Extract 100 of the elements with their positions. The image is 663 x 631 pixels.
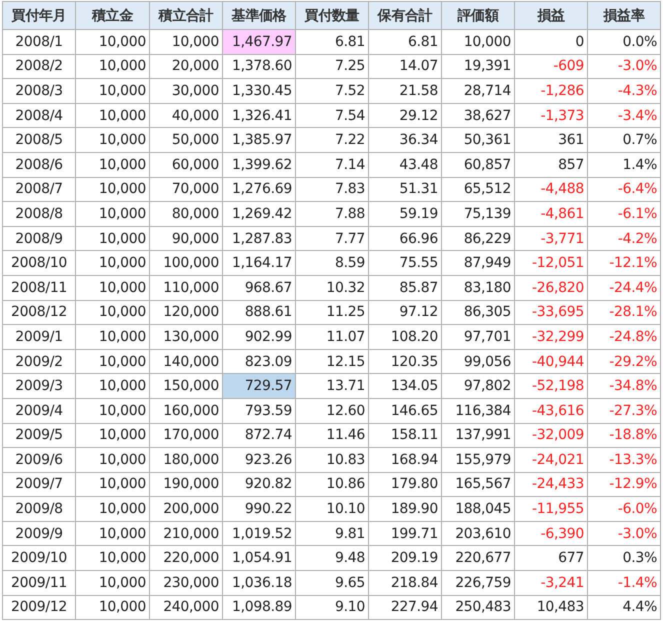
table-cell: 179.80 [368, 472, 442, 497]
table-cell: -12.1% [588, 250, 660, 276]
table-cell: 1,385.97 [222, 128, 296, 152]
table-cell: 10,000 [76, 250, 150, 276]
table-cell: 11.25 [296, 300, 368, 325]
table-cell: -29.2% [588, 349, 660, 374]
table-cell: 10.83 [296, 448, 368, 472]
table-cell: -12.9% [588, 472, 660, 497]
table-cell: 2008/3 [2, 78, 76, 104]
table-cell: -24,021 [514, 448, 588, 472]
table-cell: -3.0% [588, 54, 660, 79]
table-cell: 7.52 [296, 78, 368, 104]
table-cell: 10,000 [76, 448, 150, 472]
table-cell: -32,299 [514, 324, 588, 350]
table-cell: -1,286 [514, 78, 588, 104]
table-cell: 4.4% [588, 595, 660, 620]
table-cell: 158.11 [368, 423, 442, 448]
table-cell: 13.71 [296, 374, 368, 398]
table-cell: -3.0% [588, 521, 660, 546]
table-cell: 170,000 [150, 423, 222, 448]
table-cell: 10,000 [76, 152, 150, 178]
table-cell: -3,241 [514, 570, 588, 596]
table-cell: -12,051 [514, 250, 588, 276]
table-cell: 50,361 [442, 128, 514, 152]
table-cell: 134.05 [368, 374, 442, 398]
table-cell: 12.60 [296, 398, 368, 423]
table-cell: -13.3% [588, 448, 660, 472]
table-cell: 2008/1 [2, 30, 76, 54]
table-cell: 2008/5 [2, 128, 76, 152]
table-cell: 137,991 [442, 423, 514, 448]
table-cell: 2008/8 [2, 202, 76, 226]
table-cell: 240,000 [150, 595, 222, 620]
table-cell: 7.25 [296, 54, 368, 79]
table-cell: 10,000 [76, 128, 150, 152]
table-cell: 6.81 [296, 30, 368, 54]
table-cell: 90,000 [150, 226, 222, 251]
table-cell: 0.3% [588, 546, 660, 571]
table-cell: 2008/6 [2, 152, 76, 178]
table-cell: 188,045 [442, 496, 514, 522]
table-cell: 1,287.83 [222, 226, 296, 251]
table-cell: 361 [514, 128, 588, 152]
table-cell: 2009/11 [2, 570, 76, 596]
table-cell: 1,467.97 [222, 30, 296, 54]
table-cell: 230,000 [150, 570, 222, 596]
table-cell: 40,000 [150, 103, 222, 128]
table-cell: 9.81 [296, 521, 368, 546]
table-cell: 209.19 [368, 546, 442, 571]
table-cell: 180,000 [150, 448, 222, 472]
table-cell: 9.10 [296, 595, 368, 620]
table-cell: 97,802 [442, 374, 514, 398]
table-cell: 9.65 [296, 570, 368, 596]
column-header: 損益 [514, 2, 588, 30]
table-cell: -6.1% [588, 202, 660, 226]
table-cell: 210,000 [150, 521, 222, 546]
table-cell: 10,000 [76, 30, 150, 54]
table-cell: 146.65 [368, 398, 442, 423]
table-cell: 38,627 [442, 103, 514, 128]
table-cell: 1,164.17 [222, 250, 296, 276]
table-cell: -27.3% [588, 398, 660, 423]
table-cell: 100,000 [150, 250, 222, 276]
table-cell: 968.67 [222, 275, 296, 300]
table-cell: 51.31 [368, 177, 442, 202]
table-cell: 66.96 [368, 226, 442, 251]
table-cell: 60,857 [442, 152, 514, 178]
table-cell: 80,000 [150, 202, 222, 226]
table-cell: 888.61 [222, 300, 296, 325]
table-cell: 10,000 [76, 496, 150, 522]
table-cell: 677 [514, 546, 588, 571]
table-cell: 2009/1 [2, 324, 76, 350]
table-cell: 120.35 [368, 349, 442, 374]
table-cell: 2008/7 [2, 177, 76, 202]
table-cell: 920.82 [222, 472, 296, 497]
table-cell: 9.48 [296, 546, 368, 571]
table-cell: 2009/4 [2, 398, 76, 423]
table-cell: 220,677 [442, 546, 514, 571]
table-cell: -609 [514, 54, 588, 79]
table-cell: 0 [514, 30, 588, 54]
table-cell: 70,000 [150, 177, 222, 202]
table-cell: 203,610 [442, 521, 514, 546]
table-cell: 10,000 [76, 275, 150, 300]
table-cell: 2009/6 [2, 448, 76, 472]
table-cell: 130,000 [150, 324, 222, 350]
table-cell: 12.15 [296, 349, 368, 374]
table-cell: 160,000 [150, 398, 222, 423]
table-cell: 2009/8 [2, 496, 76, 522]
table-cell: -18.8% [588, 423, 660, 448]
column-header: 積立金 [76, 2, 150, 30]
table-cell: 1,399.62 [222, 152, 296, 178]
table-cell: -4,861 [514, 202, 588, 226]
table-cell: 2008/2 [2, 54, 76, 79]
column-header: 評価額 [442, 2, 514, 30]
table-cell: 872.74 [222, 423, 296, 448]
table-cell: 1.4% [588, 152, 660, 178]
table-cell: 10,000 [76, 300, 150, 325]
table-cell: 2009/2 [2, 349, 76, 374]
table-cell: 793.59 [222, 398, 296, 423]
table-cell: 10,000 [76, 398, 150, 423]
table-cell: 85.87 [368, 275, 442, 300]
column-header: 基準価格 [222, 2, 296, 30]
table-cell: 10,000 [76, 595, 150, 620]
